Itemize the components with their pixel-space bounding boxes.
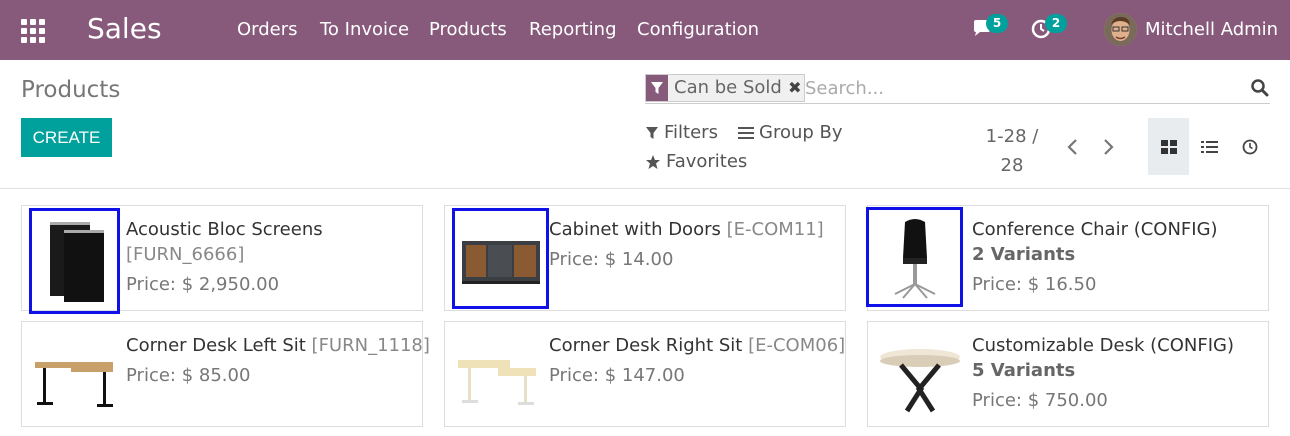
product-name: Corner Desk Left Sit [FURN_1118] (126, 335, 430, 356)
bars-icon (738, 126, 754, 139)
favorites-dropdown[interactable]: Favorites (645, 151, 747, 172)
activity-view-button[interactable] (1229, 118, 1270, 175)
filters-label: Filters (664, 122, 718, 143)
product-reference: [E-COM11] (726, 219, 824, 240)
clock-icon (1242, 139, 1257, 154)
pager-value[interactable]: 1-28 / 28 (978, 122, 1046, 180)
activities-button[interactable]: 2 (1031, 14, 1067, 42)
product-card[interactable]: Acoustic Bloc Screens [FURN_6666] Price:… (21, 205, 423, 314)
app-title[interactable]: Sales (87, 12, 162, 45)
menu-to-invoice[interactable]: To Invoice (320, 19, 409, 40)
list-icon (1201, 140, 1218, 153)
pager-range: 1-28 / (985, 126, 1039, 147)
product-price: Price: $ 147.00 (549, 365, 685, 386)
kanban-view-button[interactable] (1148, 118, 1189, 175)
star-icon (646, 154, 660, 169)
product-image (452, 208, 549, 309)
product-name: Conference Chair (CONFIG) (972, 219, 1218, 240)
product-variants: 5 Variants (972, 360, 1076, 381)
app-grid-icon[interactable] (21, 19, 45, 43)
facet-label: Can be Sold (674, 77, 782, 98)
product-image (29, 328, 119, 418)
list-view-button[interactable] (1189, 118, 1230, 175)
favorites-label: Favorites (666, 151, 748, 172)
product-name: Customizable Desk (CONFIG) (972, 335, 1234, 356)
product-image (875, 328, 965, 418)
product-price: Price: $ 16.50 (972, 274, 1097, 295)
activities-count-badge: 2 (1045, 14, 1067, 33)
product-image (29, 208, 120, 314)
menu-orders[interactable]: Orders (237, 19, 298, 40)
product-variants: 2 Variants (972, 244, 1076, 265)
product-reference: [FURN_6666] (126, 244, 245, 265)
product-reference: [FURN_1118] (311, 335, 430, 356)
page-title: Products (21, 77, 121, 103)
product-price: Price: $ 14.00 (549, 249, 674, 270)
control-panel: Products CREATE Can be Sold ✖ Filters Gr… (0, 60, 1290, 189)
product-card[interactable]: Corner Desk Left Sit [FURN_1118] Price: … (21, 321, 430, 427)
messages-count-badge: 5 (986, 14, 1008, 33)
user-avatar[interactable] (1104, 13, 1137, 46)
search-bar: Can be Sold ✖ (645, 74, 1270, 104)
product-name: Corner Desk Right Sit [E-COM06] (549, 335, 846, 356)
filters-dropdown[interactable]: Filters (645, 122, 718, 143)
product-image (452, 328, 542, 418)
facet-remove-icon[interactable]: ✖ (786, 75, 804, 101)
product-card[interactable]: Conference Chair (CONFIG) 2 Variants Pri… (866, 205, 1269, 311)
pager-next-icon[interactable] (1097, 135, 1119, 159)
user-name[interactable]: Mitchell Admin (1145, 19, 1278, 40)
product-name: Acoustic Bloc Screens (126, 219, 323, 240)
product-price: Price: $ 750.00 (972, 390, 1108, 411)
top-navbar: Sales Orders To Invoice Products Reporti… (0, 0, 1290, 60)
filter-icon (646, 75, 668, 101)
create-button[interactable]: CREATE (21, 118, 112, 157)
menu-configuration[interactable]: Configuration (637, 19, 759, 40)
menu-reporting[interactable]: Reporting (529, 19, 617, 40)
product-card[interactable]: Customizable Desk (CONFIG) 5 Variants Pr… (867, 321, 1269, 427)
search-icon[interactable] (1250, 78, 1270, 98)
search-facet-can-be-sold: Can be Sold ✖ (645, 74, 805, 102)
group-by-dropdown[interactable]: Group By (738, 122, 843, 143)
pager-previous-icon[interactable] (1062, 135, 1084, 159)
menu-products[interactable]: Products (429, 19, 507, 40)
product-image (866, 207, 963, 307)
pager-total: 28 (1000, 155, 1024, 176)
product-price: Price: $ 2,950.00 (126, 274, 280, 295)
messages-button[interactable]: 5 (972, 14, 1008, 42)
product-name: Cabinet with Doors [E-COM11] (549, 219, 824, 240)
kanban-grid-icon (1160, 139, 1177, 154)
product-price: Price: $ 85.00 (126, 365, 251, 386)
search-input[interactable] (805, 74, 1235, 102)
group-by-label: Group By (759, 122, 843, 143)
product-card[interactable]: Cabinet with Doors [E-COM11] Price: $ 14… (444, 205, 846, 311)
product-reference: [E-COM06] (748, 335, 846, 356)
product-card[interactable]: Corner Desk Right Sit [E-COM06] Price: $… (444, 321, 846, 427)
filter-icon (646, 126, 658, 139)
